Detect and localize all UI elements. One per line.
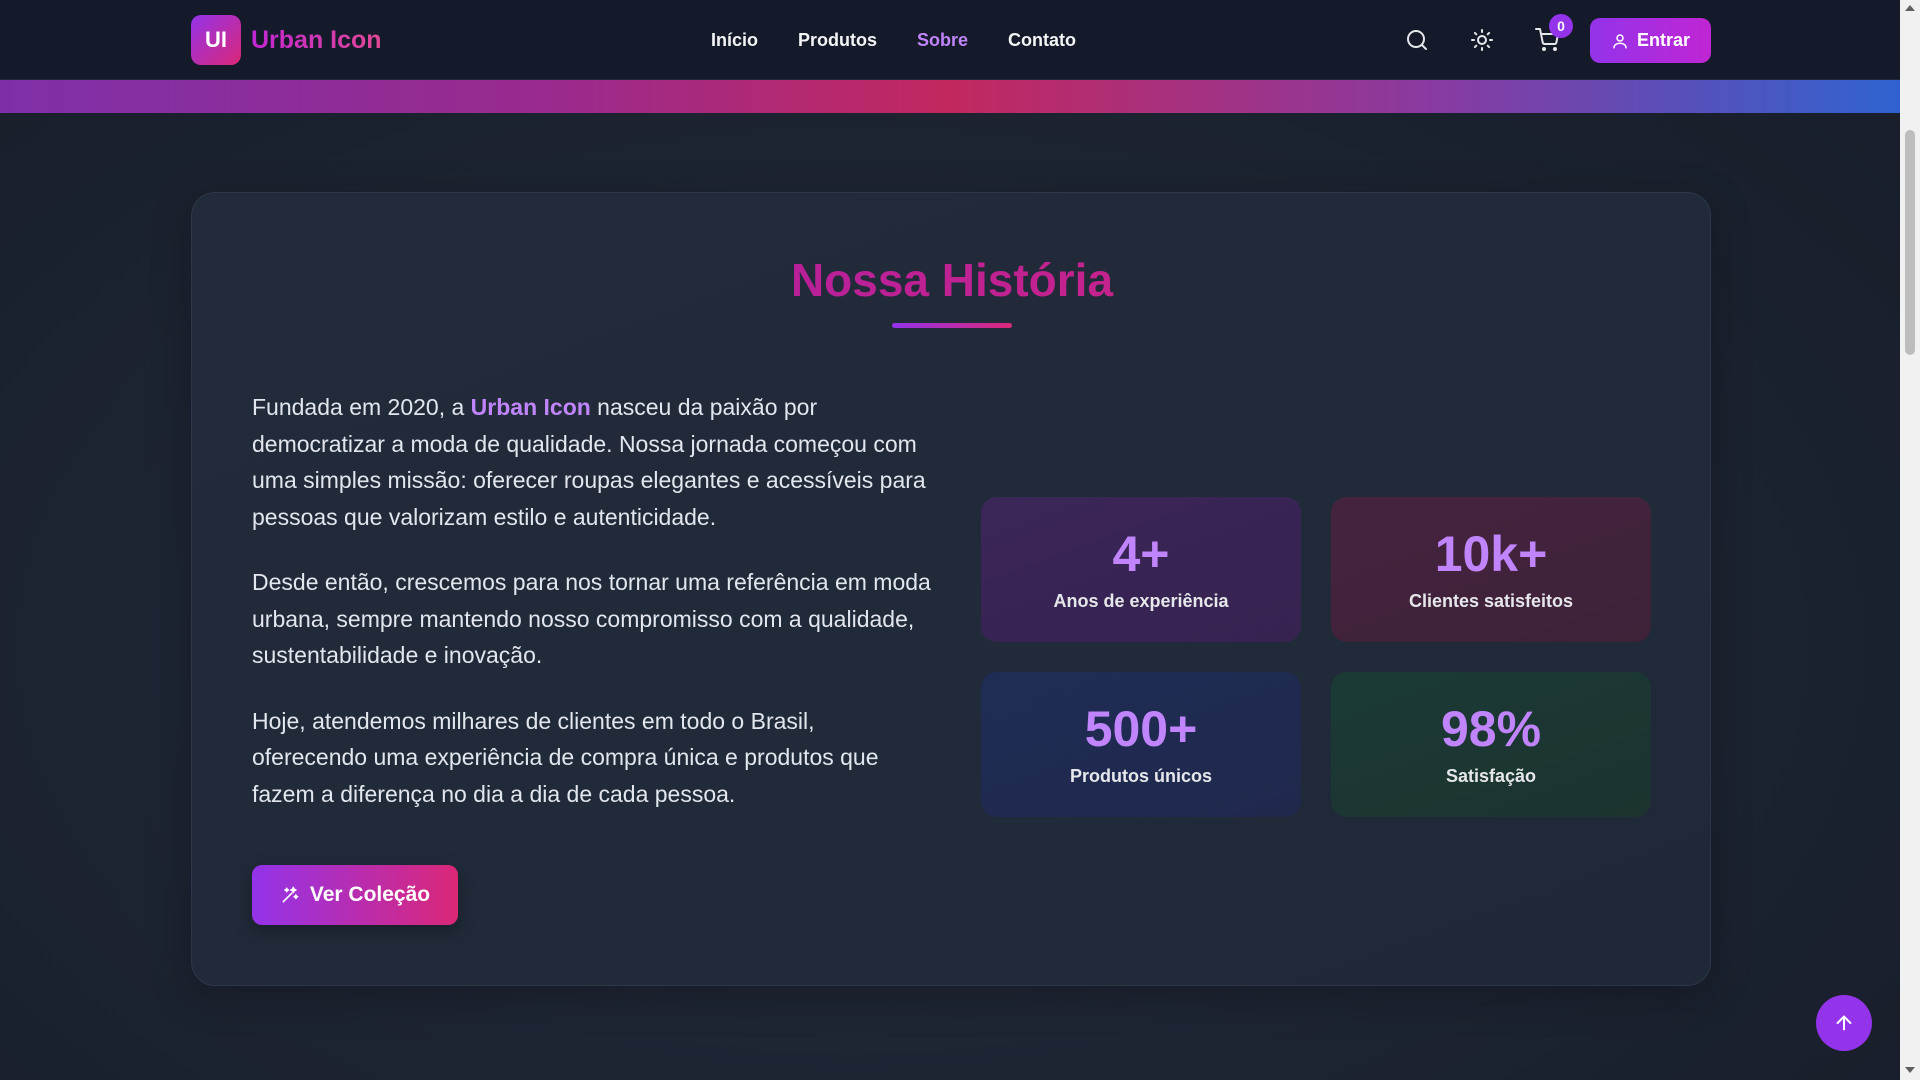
nav-item-produtos[interactable]: Produtos [798, 30, 877, 51]
title-underline [892, 323, 1012, 328]
page-scrollbar[interactable] [1900, 0, 1920, 1080]
cart-button[interactable]: 0 [1527, 14, 1573, 60]
nav-item-sobre[interactable]: Sobre [917, 30, 968, 51]
logo-badge: UI [191, 15, 241, 65]
about-card: Nossa História Fundada em 2020, a Urban … [191, 192, 1711, 986]
view-collection-button[interactable]: Ver Coleção [252, 865, 458, 925]
theme-toggle-button[interactable] [1462, 20, 1502, 60]
paragraph-1: Fundada em 2020, a Urban Icon nasceu da … [252, 389, 932, 535]
scrollbar-thumb[interactable] [1905, 130, 1915, 355]
scroll-up-arrow-icon[interactable] [1905, 5, 1915, 11]
logo-text: Urban Icon [251, 25, 382, 54]
scroll-down-arrow-icon[interactable] [1905, 1067, 1915, 1073]
decorative-gradient-bar [0, 80, 1900, 113]
stat-value: 98% [1440, 701, 1542, 757]
scroll-to-top-button[interactable] [1816, 995, 1872, 1051]
logo[interactable]: UI Urban Icon [191, 15, 382, 65]
sun-icon [1471, 29, 1493, 51]
arrow-up-icon [1836, 1015, 1852, 1031]
stat-value: 4+ [1112, 526, 1170, 582]
view-collection-label: Ver Coleção [309, 883, 431, 906]
stat-card-products: 500+ Produtos únicos [981, 672, 1301, 817]
site-header: UI Urban Icon Início Produtos Sobre Cont… [0, 0, 1900, 80]
sparkles-icon [282, 886, 299, 903]
paragraph-3: Hoje, atendemos milhares de clientes em … [252, 707, 879, 807]
search-icon [1407, 30, 1427, 50]
brand-highlight: Urban Icon [470, 394, 591, 420]
cart-count-badge: 0 [1549, 14, 1573, 38]
login-label: Entrar [1636, 30, 1690, 50]
stat-value: 500+ [1084, 701, 1198, 757]
user-icon [1613, 33, 1627, 48]
section-title: Nossa História [192, 253, 1712, 307]
paragraph-1-start: Fundada em 2020, a [252, 394, 471, 420]
stat-label: Clientes satisfeitos [1408, 591, 1574, 611]
about-text: Fundada em 2020, a Urban Icon nasceu da … [252, 389, 932, 841]
stat-card-satisfaction: 98% Satisfação [1331, 672, 1651, 817]
stat-label: Anos de experiência [1053, 591, 1229, 611]
stat-label: Satisfação [1445, 766, 1537, 786]
stat-card-clients: 10k+ Clientes satisfeitos [1331, 497, 1651, 642]
nav-item-contato[interactable]: Contato [1008, 30, 1076, 51]
main-nav: Início Produtos Sobre Contato [711, 0, 1076, 80]
paragraph-2: Desde então, crescemos para nos tornar u… [252, 569, 931, 668]
login-button[interactable]: Entrar [1590, 18, 1711, 63]
search-button[interactable] [1397, 20, 1437, 60]
nav-item-inicio[interactable]: Início [711, 30, 758, 51]
stat-label: Produtos únicos [1069, 766, 1212, 786]
stat-value: 10k+ [1434, 526, 1548, 582]
stat-card-experience: 4+ Anos de experiência [981, 497, 1301, 642]
